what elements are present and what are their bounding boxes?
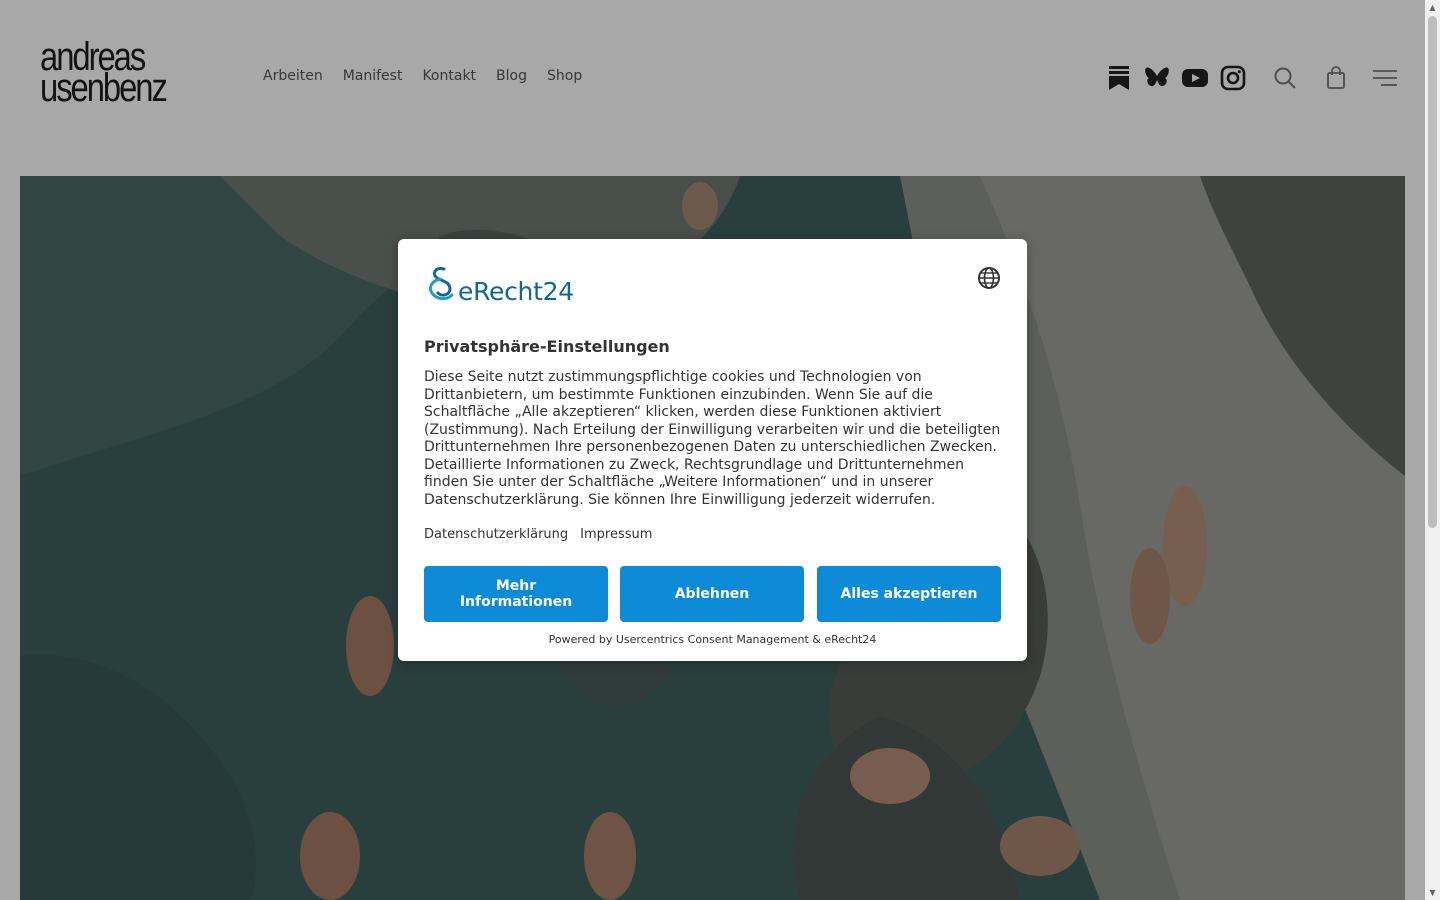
imprint-link[interactable]: Impressum: [580, 527, 652, 542]
privacy-policy-link[interactable]: Datenschutzerklärung: [424, 527, 568, 542]
consent-links: Datenschutzerklärung Impressum: [424, 527, 652, 542]
scroll-down-arrow-icon[interactable]: ▼: [1425, 885, 1440, 900]
page-scrollbar[interactable]: ▲ ▼: [1425, 0, 1440, 900]
scroll-up-arrow-icon[interactable]: ▲: [1425, 0, 1440, 15]
consent-title: Privatsphäre-Einstellungen: [424, 337, 670, 356]
brand-name: eRecht24: [458, 277, 574, 306]
deny-button[interactable]: Ablehnen: [620, 566, 804, 622]
consent-dialog: eRecht24 Privatsphäre-Einstellungen Dies…: [398, 239, 1027, 661]
powered-by-text: Powered by Usercentrics Consent Manageme…: [548, 633, 877, 646]
more-information-button[interactable]: Mehr Informationen: [424, 566, 608, 622]
paragraph-icon: [428, 267, 454, 301]
erecht24-logo: eRecht24: [424, 265, 594, 306]
accept-all-button[interactable]: Alles akzeptieren: [817, 566, 1001, 622]
scroll-thumb[interactable]: [1428, 16, 1437, 528]
consent-description: Diese Seite nutzt zustimmungspflichtige …: [424, 369, 1001, 508]
globe-language-icon[interactable]: [977, 266, 1001, 290]
